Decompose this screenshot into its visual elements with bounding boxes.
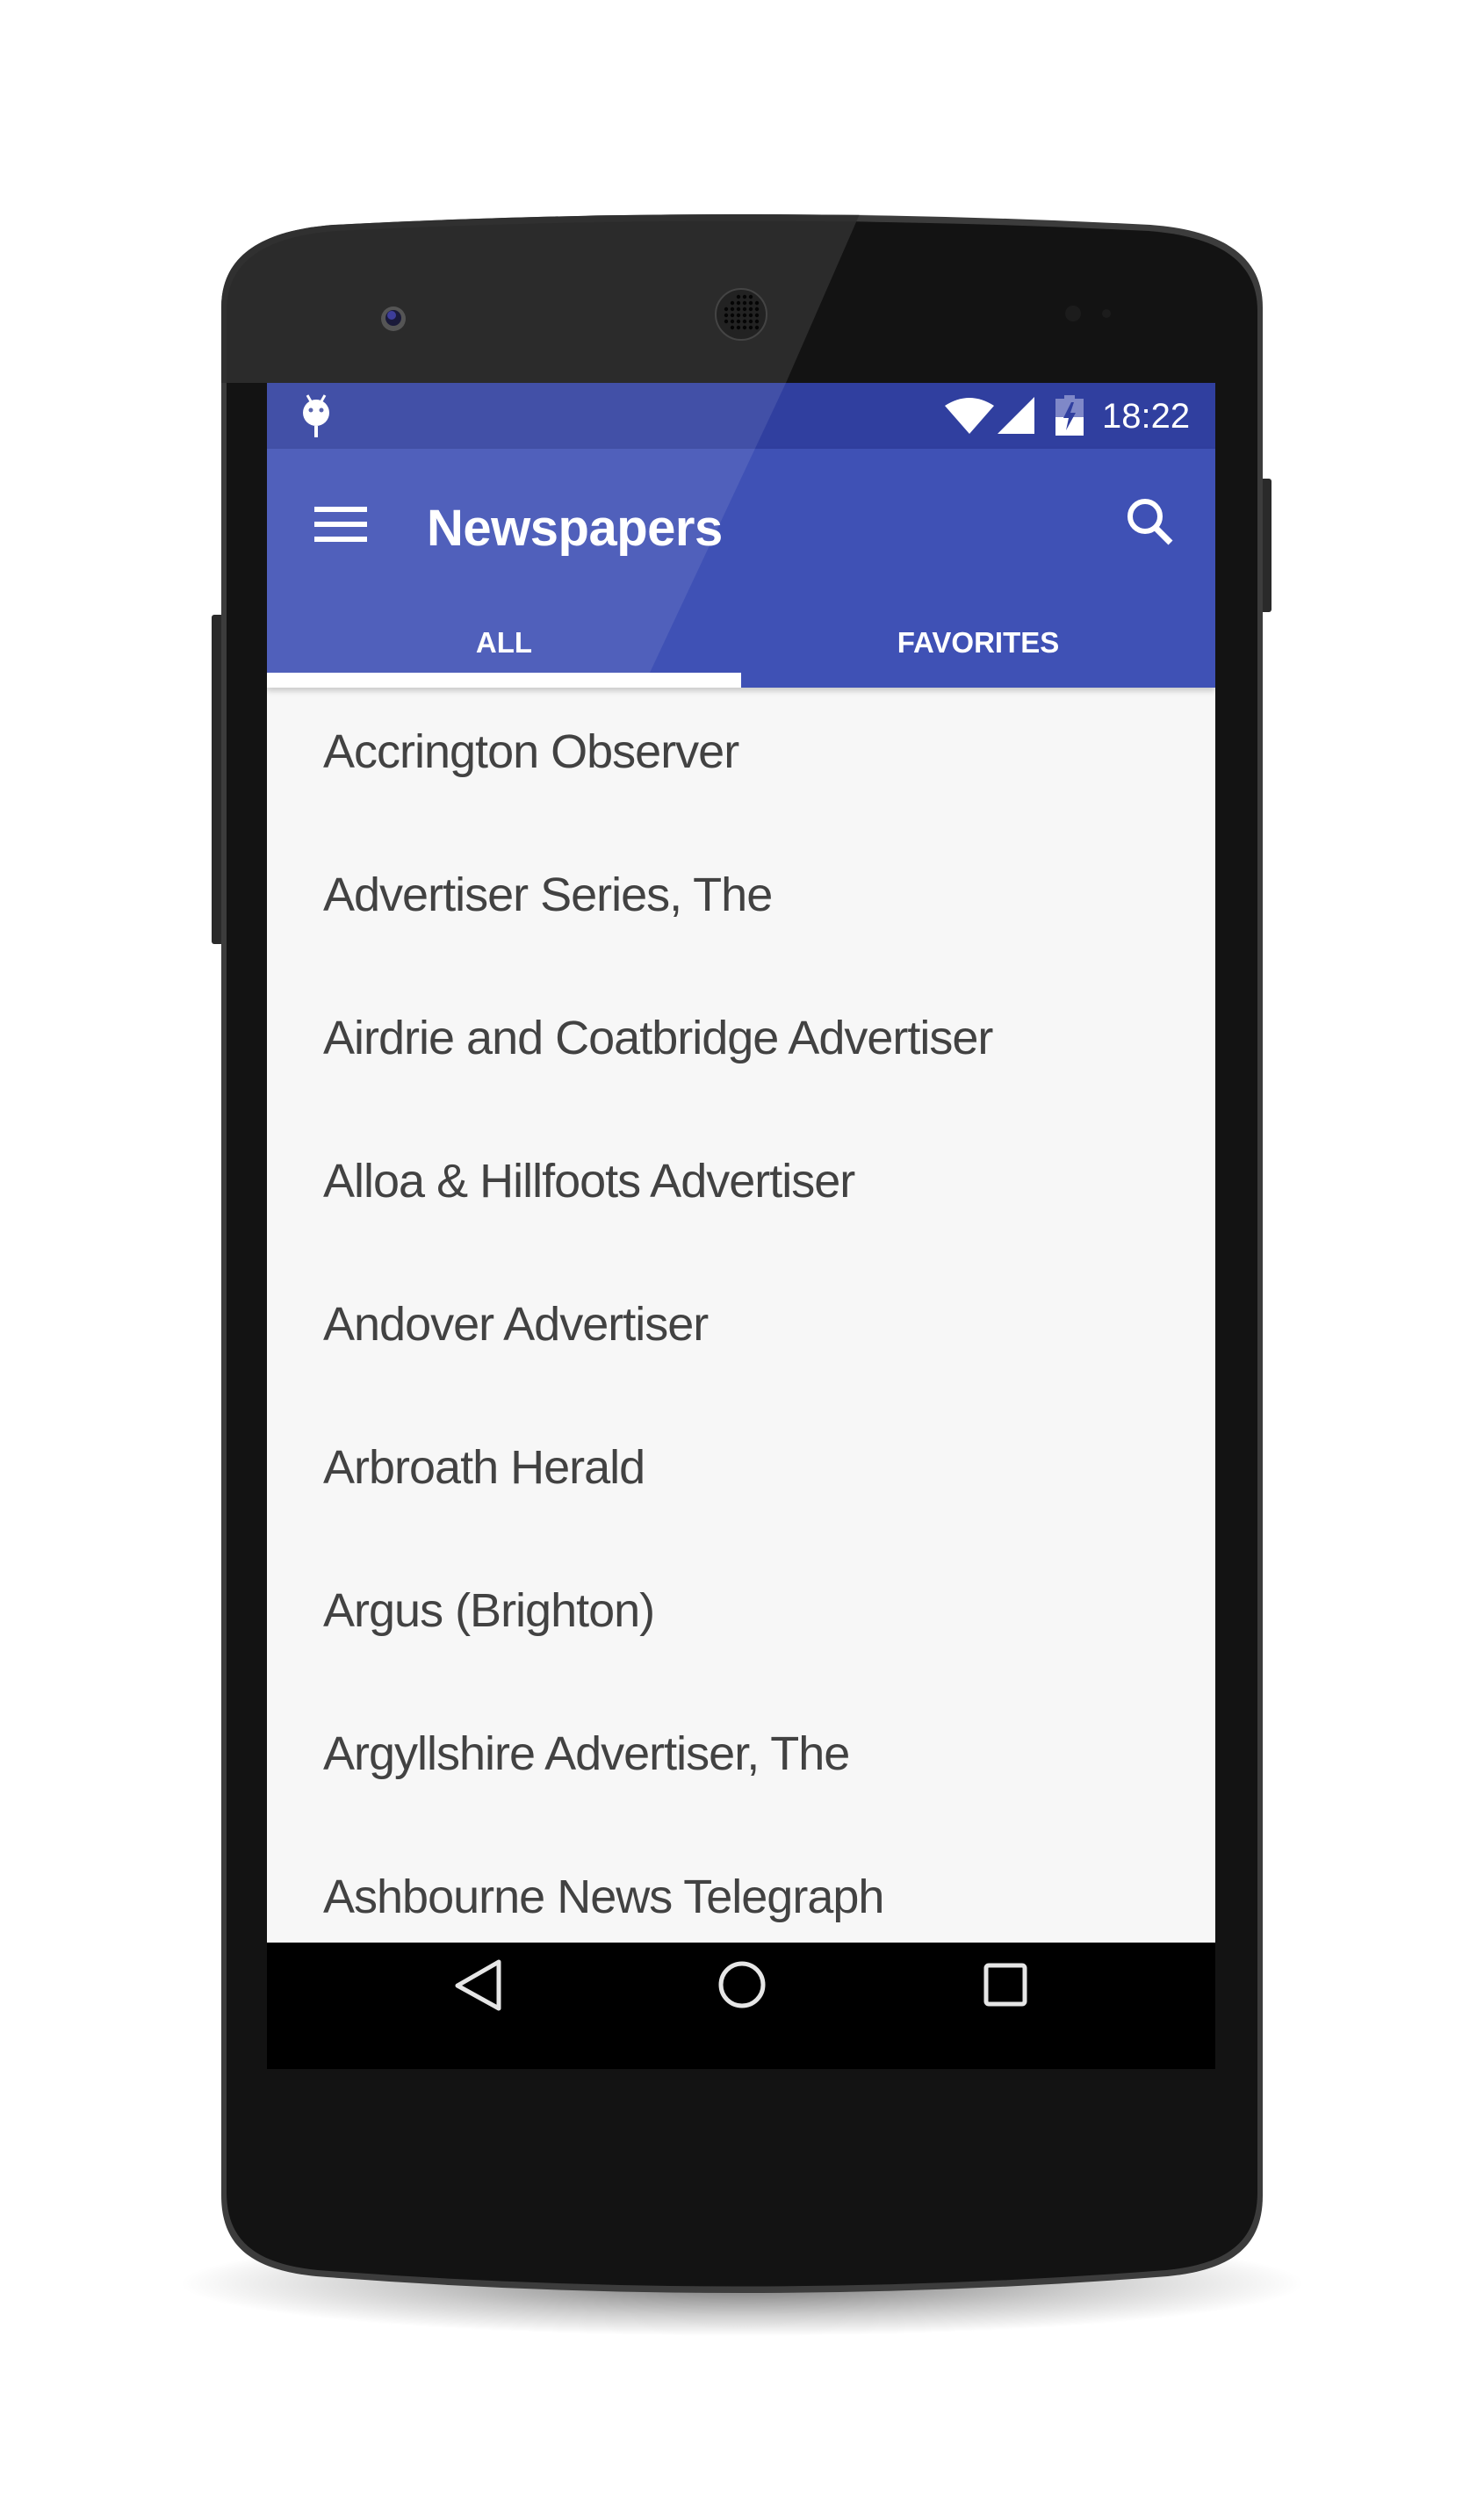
tab-favorites[interactable]: FAVORITES <box>741 619 1215 688</box>
speaker-hole <box>742 325 747 330</box>
phone-screen: 18:22 Newspapers ALL FAVORITES Accringto <box>267 383 1215 2069</box>
speaker-hole <box>748 294 753 299</box>
tab-indicator <box>267 673 741 688</box>
list-item-label: Argus (Brighton) <box>323 1584 655 1637</box>
speaker-hole <box>736 300 741 306</box>
list-item[interactable]: Argyllshire Advertiser, The <box>267 1690 1215 1833</box>
speaker-hole <box>754 319 760 324</box>
list-item[interactable]: Argus (Brighton) <box>267 1546 1215 1690</box>
speaker-hole <box>736 325 741 330</box>
newspaper-list: Accrington Observer Advertiser Series, Th… <box>267 688 1215 1943</box>
speaker-hole <box>754 300 760 306</box>
speaker-hole <box>736 319 741 324</box>
list-item[interactable]: Advertiser Series, The <box>267 831 1215 974</box>
hamburger-menu-button[interactable] <box>300 496 379 552</box>
speaker-hole <box>730 300 735 306</box>
speaker-hole <box>730 319 735 324</box>
earpiece-speaker <box>715 288 767 341</box>
status-bar: 18:22 <box>267 383 1215 449</box>
tab-favorites-label: FAVORITES <box>897 626 1060 659</box>
battery-charging-icon <box>1055 395 1084 436</box>
speaker-hole <box>730 306 735 312</box>
speaker-hole <box>742 294 747 299</box>
speaker-hole <box>742 306 747 312</box>
speaker-hole <box>742 313 747 318</box>
speaker-hole <box>754 325 760 330</box>
list-item-label: Accrington Observer <box>323 725 739 778</box>
speaker-hole <box>730 313 735 318</box>
back-button[interactable] <box>447 1955 514 2022</box>
list-item-label: Airdrie and Coatbridge Advertiser <box>323 1012 993 1064</box>
android-debug-icon <box>303 394 329 437</box>
list-item[interactable]: Andover Advertiser <box>267 1260 1215 1403</box>
speaker-hole <box>724 319 729 324</box>
speaker-hole <box>724 313 729 318</box>
list-item-label: Ashbourne News Telegraph <box>323 1871 884 1923</box>
speaker-hole <box>742 319 747 324</box>
speaker-hole <box>748 306 753 312</box>
hamburger-menu-icon <box>314 507 367 542</box>
bezel-glare <box>221 214 865 383</box>
tab-all-label: ALL <box>475 626 533 659</box>
status-time: 18:22 <box>1102 397 1191 436</box>
back-icon <box>455 1959 501 2011</box>
toolbar-title: Newspapers <box>427 500 723 557</box>
search-icon <box>1127 499 1173 545</box>
speaker-hole <box>754 313 760 318</box>
speaker-hole <box>742 300 747 306</box>
list-item-label: Arbroath Herald <box>323 1441 645 1494</box>
recents-icon <box>983 1963 1027 2007</box>
speaker-hole <box>748 313 753 318</box>
speaker-hole <box>754 306 760 312</box>
speaker-hole <box>748 325 753 330</box>
proximity-sensor <box>1065 306 1081 321</box>
cellular-signal-icon <box>998 397 1034 434</box>
speaker-hole <box>730 325 735 330</box>
speaker-hole <box>748 319 753 324</box>
speaker-hole <box>736 306 741 312</box>
list-item[interactable]: Airdrie and Coatbridge Advertiser <box>267 974 1215 1117</box>
list-item-label: Advertiser Series, The <box>323 869 773 921</box>
navigation-bar <box>267 1943 1215 2069</box>
wifi-icon <box>945 398 994 434</box>
list-item-label: Alloa & Hillfoots Advertiser <box>323 1155 855 1208</box>
list-item[interactable]: Accrington Observer <box>267 688 1215 831</box>
recents-button[interactable] <box>974 1955 1041 2022</box>
search-button[interactable] <box>1112 484 1191 563</box>
home-icon <box>718 1961 766 2008</box>
list-item-label: Andover Advertiser <box>323 1298 709 1351</box>
app-toolbar: Newspapers ALL FAVORITES <box>267 449 1215 688</box>
speaker-hole <box>736 313 741 318</box>
speaker-hole <box>736 294 741 299</box>
list-item[interactable]: Arbroath Herald <box>267 1403 1215 1546</box>
home-button[interactable] <box>709 1955 775 2022</box>
list-item-label: Argyllshire Advertiser, The <box>323 1727 850 1780</box>
speaker-hole <box>748 300 753 306</box>
list-item[interactable]: Alloa & Hillfoots Advertiser <box>267 1117 1215 1260</box>
light-sensor <box>1102 309 1111 318</box>
speaker-hole <box>724 306 729 312</box>
